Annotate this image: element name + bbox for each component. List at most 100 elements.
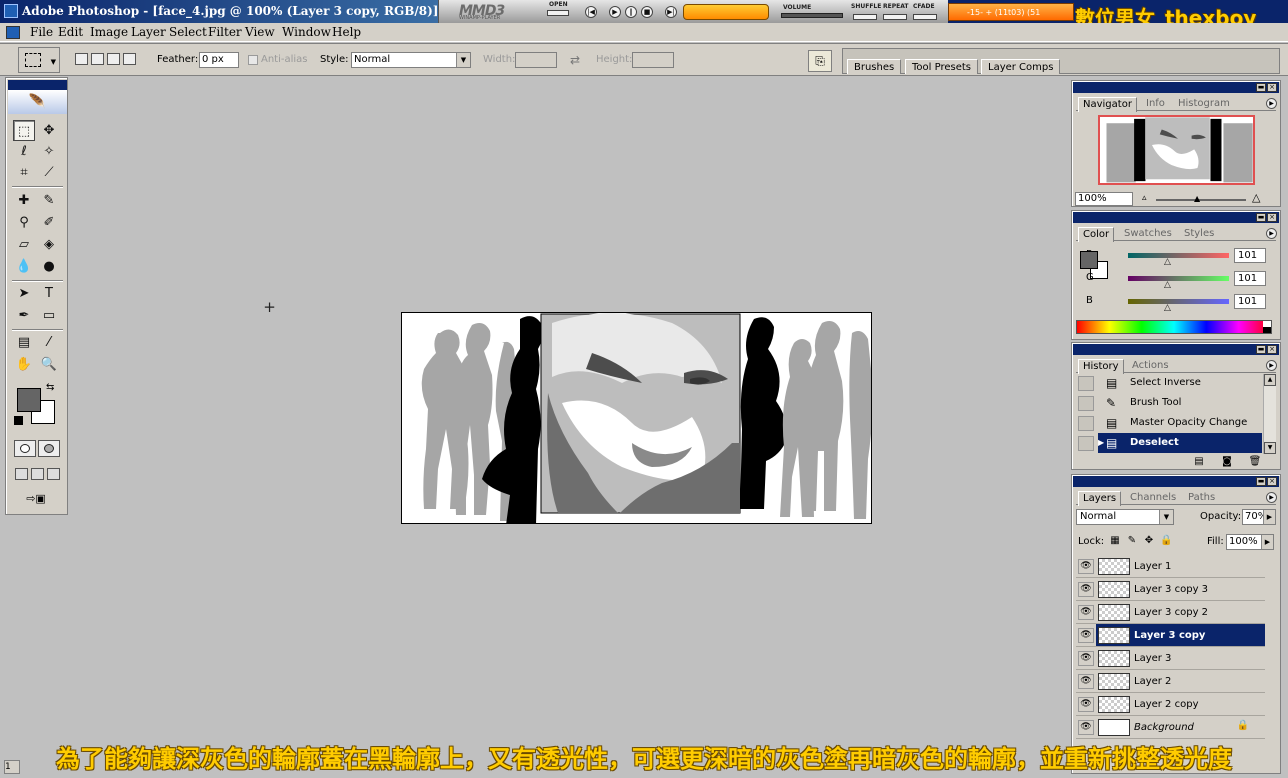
eye-icon[interactable]: 👁 — [1078, 628, 1094, 643]
type-tool-icon[interactable]: T — [38, 283, 60, 304]
history-brush-tool-icon[interactable]: ✐ — [38, 212, 60, 233]
dodge-tool-icon[interactable]: ● — [38, 256, 60, 277]
history-source-checkbox[interactable] — [1078, 376, 1094, 391]
tab-actions[interactable]: Actions — [1128, 359, 1173, 373]
eye-icon[interactable]: 👁 — [1078, 674, 1094, 689]
width-input[interactable] — [515, 52, 557, 68]
layer-row[interactable]: 👁 Layer 3 copy 2 — [1076, 601, 1265, 624]
blue-value-input[interactable]: 101 — [1234, 294, 1266, 309]
feather-logo-icon[interactable]: 🪶 — [8, 90, 67, 114]
brush-tool-icon[interactable]: ✎ — [38, 190, 60, 211]
scroll-down-icon[interactable]: ▼ — [1264, 442, 1276, 454]
panel-title-bar[interactable] — [1073, 212, 1279, 223]
full-screen-menu-button[interactable] — [31, 468, 44, 480]
panel-menu-icon[interactable]: ▶ — [1266, 492, 1277, 503]
color-spectrum-ramp[interactable] — [1076, 320, 1272, 334]
layer-row[interactable]: 👁 Layer 3 copy 3 — [1076, 578, 1265, 601]
menu-help[interactable]: Help — [332, 25, 361, 40]
history-item[interactable]: ✎ Brush Tool — [1076, 393, 1262, 413]
panel-title-bar[interactable] — [1073, 476, 1279, 487]
slider-knob[interactable]: ▲ — [1194, 195, 1200, 203]
panel-menu-icon[interactable]: ▶ — [1266, 228, 1277, 239]
navigator-thumbnail[interactable] — [1098, 115, 1255, 185]
play-button[interactable]: ▶ — [609, 6, 621, 18]
blend-mode-select[interactable]: Normal ▼ — [1076, 509, 1174, 525]
blue-slider-knob[interactable]: △ — [1164, 304, 1171, 313]
menu-select[interactable]: Select — [169, 25, 207, 40]
red-value-input[interactable]: 101 — [1234, 248, 1266, 263]
foreground-color-swatch[interactable] — [1080, 251, 1098, 269]
trash-icon[interactable]: 🗑 — [1248, 456, 1262, 467]
eyedropper-tool-icon[interactable]: ⁄ — [38, 332, 60, 353]
panel-menu-icon[interactable]: ▶ — [1266, 360, 1277, 371]
standard-screen-button[interactable] — [15, 468, 28, 480]
minimize-icon[interactable]: ▬ — [1256, 477, 1266, 486]
marquee-tool-icon[interactable]: ⬚ — [13, 120, 35, 141]
lock-image-icon[interactable]: ✎ — [1126, 535, 1138, 547]
layer-row[interactable]: 👁 Layer 3 — [1076, 647, 1265, 670]
full-screen-button[interactable] — [47, 468, 60, 480]
antialias-checkbox[interactable] — [248, 55, 258, 65]
default-colors-icon[interactable] — [14, 416, 23, 425]
tab-paths[interactable]: Paths — [1184, 491, 1219, 505]
next-button[interactable]: ▶| — [665, 6, 677, 18]
red-slider-track[interactable] — [1128, 253, 1229, 258]
eye-icon[interactable]: 👁 — [1078, 651, 1094, 666]
blur-tool-icon[interactable]: 💧 — [13, 256, 35, 277]
menu-layer[interactable]: Layer — [131, 25, 166, 40]
volume-slider[interactable] — [781, 13, 843, 18]
path-selection-tool-icon[interactable]: ➤ — [13, 283, 35, 304]
opacity-input[interactable]: 70% ▶ — [1242, 509, 1276, 525]
eraser-tool-icon[interactable]: ▱ — [13, 234, 35, 255]
layer-row[interactable]: 👁 Layer 2 — [1076, 670, 1265, 693]
paint-bucket-tool-icon[interactable]: ◈ — [38, 234, 60, 255]
subtract-selection-button[interactable] — [107, 53, 120, 65]
tab-layers[interactable]: Layers — [1078, 491, 1122, 506]
magic-wand-tool-icon[interactable]: ✧ — [38, 141, 60, 162]
eye-icon[interactable]: 👁 — [1078, 697, 1094, 712]
zoom-tool-icon[interactable]: 🔍 — [38, 354, 60, 375]
lasso-tool-icon[interactable]: ℓ — [13, 141, 35, 162]
close-icon[interactable]: × — [1267, 213, 1277, 222]
cfade-toggle[interactable] — [913, 14, 937, 20]
swap-colors-icon[interactable]: ⇆ — [46, 382, 54, 393]
jump-to-imageready-icon[interactable]: ⇨▣ — [16, 490, 56, 508]
history-item-selected[interactable]: ▶ ▤ Deselect — [1076, 433, 1262, 453]
style-select[interactable]: Normal ▼ — [351, 52, 471, 68]
menu-view[interactable]: View — [245, 25, 275, 40]
menu-edit[interactable]: Edit — [58, 25, 83, 40]
pause-button[interactable]: ‖ — [625, 6, 637, 18]
layer-row[interactable]: 👁 Background 🔒 — [1076, 716, 1265, 739]
lock-transparency-icon[interactable]: ▦ — [1109, 535, 1121, 547]
lock-all-icon[interactable]: 🔒 — [1160, 535, 1172, 547]
zoom-in-icon[interactable]: △ — [1252, 191, 1260, 204]
menu-filter[interactable]: Filter — [208, 25, 242, 40]
tab-navigator[interactable]: Navigator — [1078, 97, 1137, 112]
add-selection-button[interactable] — [91, 53, 104, 65]
blue-slider-track[interactable] — [1128, 299, 1229, 304]
layer-row[interactable]: 👁 Layer 1 — [1076, 555, 1265, 578]
panel-title-bar[interactable] — [1073, 344, 1279, 355]
repeat-toggle[interactable] — [883, 14, 907, 20]
history-scrollbar[interactable]: ▲ ▼ — [1263, 374, 1276, 454]
black-white-swatch[interactable] — [1263, 321, 1271, 333]
quick-mask-button[interactable] — [38, 440, 60, 457]
green-slider-track[interactable] — [1128, 276, 1229, 281]
close-icon[interactable]: × — [1267, 477, 1277, 486]
tab-channels[interactable]: Channels — [1126, 491, 1180, 505]
history-item[interactable]: ▤ Select Inverse — [1076, 373, 1262, 393]
stop-button[interactable]: ■ — [641, 6, 653, 18]
minimize-icon[interactable]: ▬ — [1256, 83, 1266, 92]
tab-color[interactable]: Color — [1078, 227, 1115, 242]
history-source-checkbox[interactable] — [1078, 416, 1094, 431]
tab-styles[interactable]: Styles — [1180, 227, 1218, 241]
eye-icon[interactable]: 👁 — [1078, 582, 1094, 597]
intersect-selection-button[interactable] — [123, 53, 136, 65]
crop-tool-icon[interactable]: ⌗ — [13, 162, 35, 183]
menu-file[interactable]: File — [30, 25, 53, 40]
zoom-out-icon[interactable]: ▵ — [1142, 193, 1147, 203]
tool-preset-picker[interactable]: ▼ — [18, 47, 60, 73]
green-value-input[interactable]: 101 — [1234, 271, 1266, 286]
minimize-icon[interactable]: ▬ — [1256, 345, 1266, 354]
eye-icon[interactable]: 👁 — [1078, 720, 1094, 735]
